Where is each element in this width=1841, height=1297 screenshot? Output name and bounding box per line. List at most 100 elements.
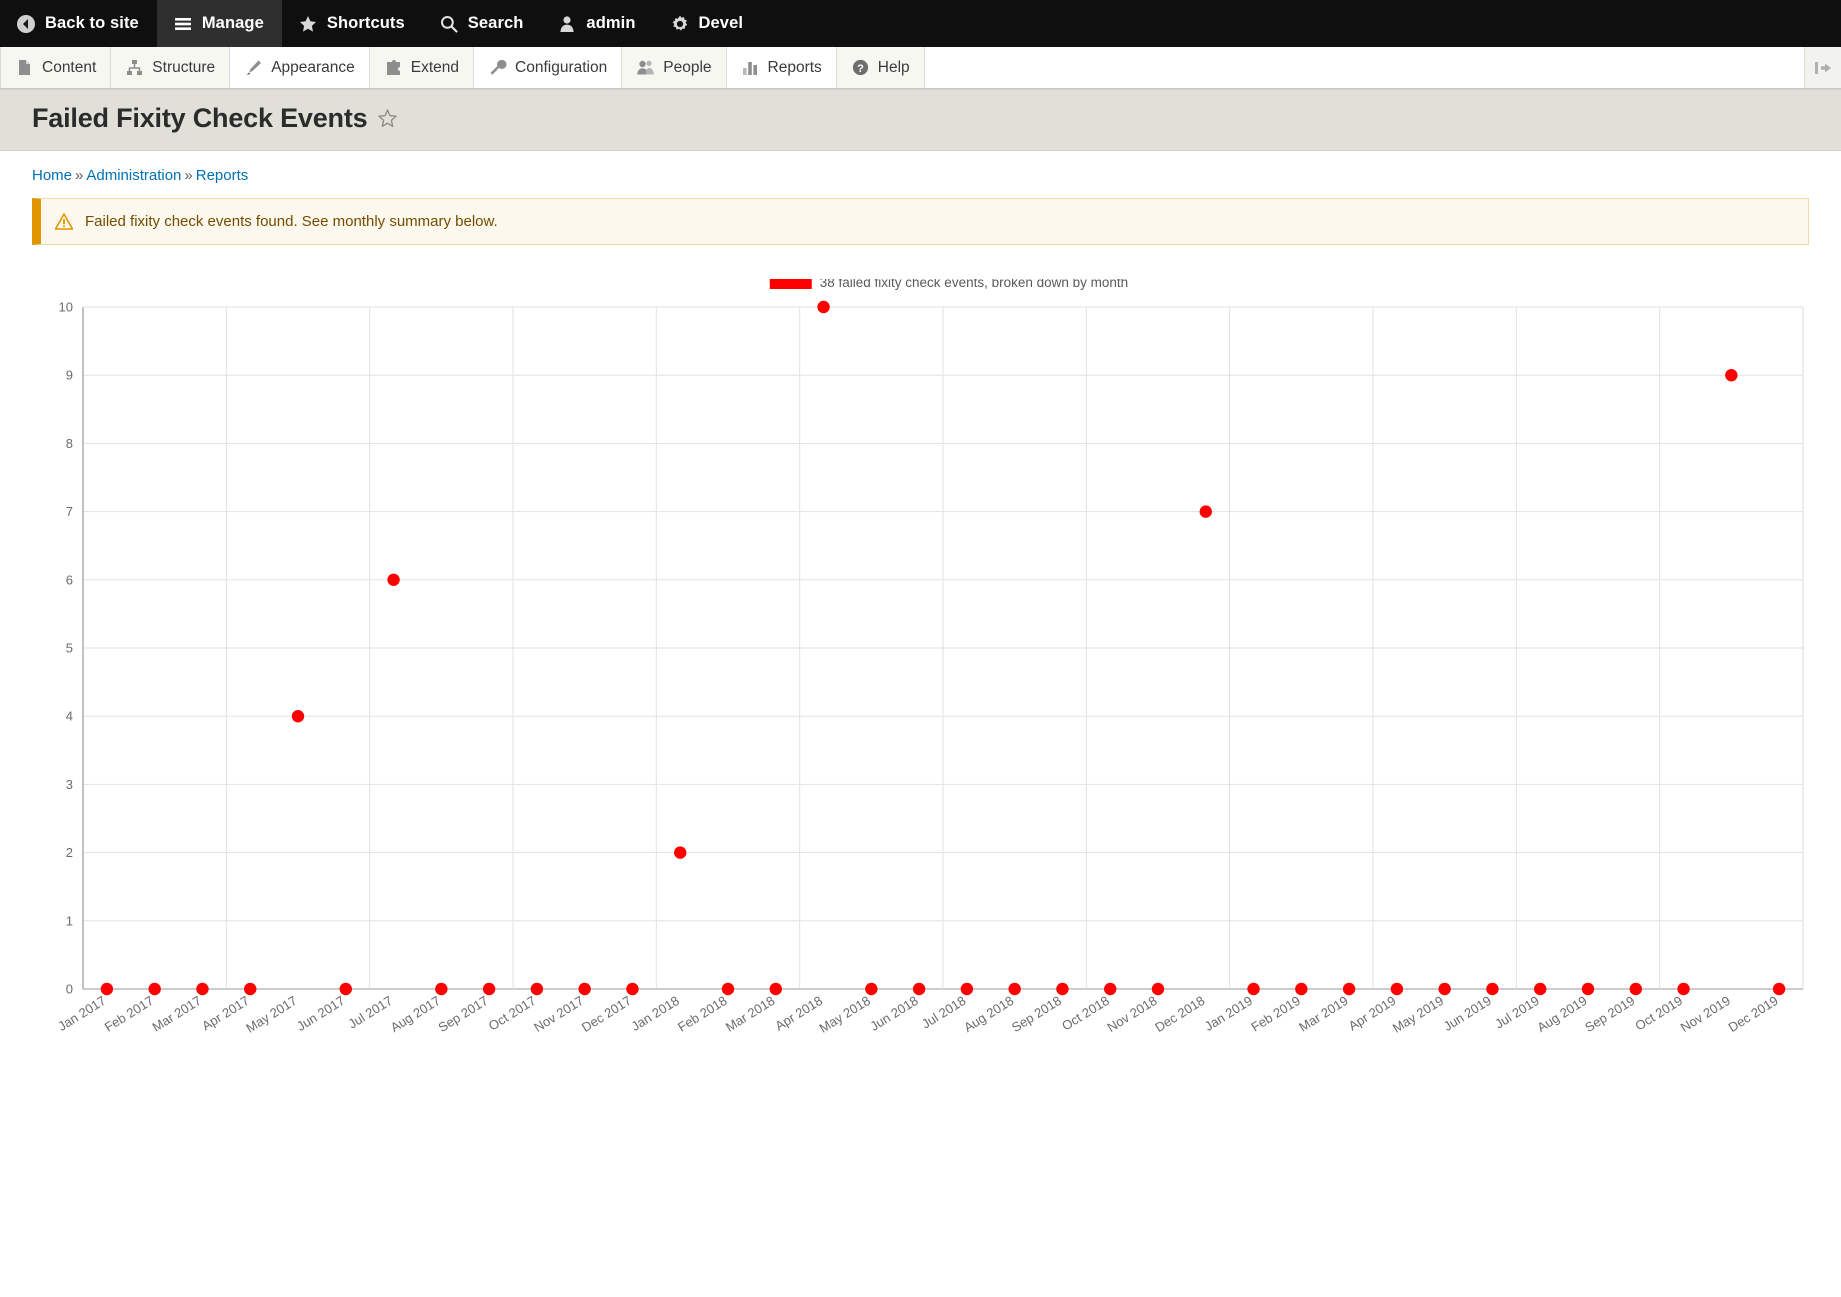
data-point[interactable]	[1438, 982, 1451, 996]
fixity-events-chart[interactable]: 0 1 2 3 4 5 6 7 8 9 10 Jan 2017 Feb 2017 Mar 2017 Apr …	[28, 279, 1813, 1239]
data-point[interactable]	[1056, 982, 1069, 996]
data-point[interactable]	[626, 982, 639, 996]
breadcrumb-link-reports[interactable]: Reports	[196, 167, 249, 184]
data-point[interactable]	[1247, 982, 1260, 996]
svg-text:0: 0	[66, 982, 73, 997]
data-point[interactable]	[865, 982, 878, 996]
breadcrumb-link-home[interactable]: Home	[32, 167, 72, 184]
x-axis-tick-label: Feb 2019	[1248, 993, 1303, 1035]
x-axis-tick-label: Jan 2017	[55, 993, 108, 1034]
data-point[interactable]	[1342, 982, 1356, 996]
scatter-chart-svg[interactable]: 012345678910Jan 2017Feb 2017Mar 2017Apr …	[28, 279, 1813, 1239]
data-point[interactable]	[1581, 982, 1595, 996]
toolbar-tab-manage[interactable]: Manage	[156, 0, 282, 47]
svg-text:10: 10	[59, 300, 73, 315]
toolbar-tab-label: Search	[467, 14, 524, 32]
data-point[interactable]	[1677, 982, 1690, 996]
x-axis-tick-label: May 2018	[817, 993, 873, 1036]
menu-item-reports[interactable]: Reports	[726, 47, 837, 88]
x-axis-tick-label: Feb 2017	[102, 993, 157, 1035]
warning-message-text: Failed fixity check events found. See mo…	[85, 213, 498, 230]
toolbar-tab-devel[interactable]: Devel	[654, 0, 762, 47]
data-point[interactable]	[339, 982, 352, 996]
x-axis-tick-label: Jan 2018	[628, 993, 681, 1034]
admin-toolbar-bar: Back to site Manage Shortcuts Search adm…	[0, 0, 1841, 47]
x-axis-tick-label: Nov 2017	[531, 993, 586, 1035]
page-title-text: Failed Fixity Check Events	[32, 103, 368, 133]
data-point[interactable]	[1629, 982, 1642, 996]
x-axis-tick-label: Oct 2017	[486, 993, 539, 1034]
x-axis-tick-label: Jul 2019	[1492, 993, 1542, 1032]
data-point[interactable]	[291, 710, 305, 723]
page-header: Failed Fixity Check Events	[0, 89, 1841, 151]
data-point[interactable]	[482, 982, 496, 996]
admin-menu-spacer	[924, 47, 1805, 88]
collapse-sidebar-icon[interactable]	[1805, 47, 1841, 88]
data-point[interactable]	[1486, 982, 1499, 996]
people-icon	[636, 58, 655, 77]
menu-item-configuration[interactable]: Configuration	[474, 47, 623, 88]
data-point[interactable]	[1151, 982, 1165, 996]
data-point[interactable]	[960, 982, 974, 996]
svg-text:?: ?	[857, 63, 864, 75]
toolbar-tab-search[interactable]: Search	[423, 0, 542, 47]
menu-item-extend[interactable]: Extend	[369, 47, 475, 88]
data-point[interactable]	[100, 982, 114, 996]
search-icon	[439, 14, 459, 34]
x-axis-tick-label: Nov 2018	[1104, 993, 1159, 1035]
data-point[interactable]	[387, 573, 400, 586]
data-point[interactable]	[196, 982, 209, 996]
data-point[interactable]	[1725, 369, 1738, 382]
x-axis-tick-label: Apr 2018	[772, 993, 825, 1034]
menu-item-content[interactable]: Content	[0, 47, 112, 88]
toolbar-tab-back-to-site[interactable]: Back to site	[0, 0, 157, 47]
breadcrumb-separator: »	[184, 167, 193, 184]
data-point[interactable]	[769, 982, 782, 996]
x-axis-tick-label: Mar 2018	[723, 993, 778, 1035]
menu-item-label: Structure	[152, 58, 216, 76]
data-point[interactable]	[435, 982, 448, 996]
data-point[interactable]	[1295, 982, 1308, 996]
data-point[interactable]	[578, 982, 591, 996]
structure-icon	[125, 58, 144, 77]
messages-region: Failed fixity check events found. See mo…	[0, 190, 1841, 245]
question-circle-icon: ?	[851, 58, 870, 77]
svg-text:2: 2	[66, 845, 73, 860]
x-axis-tick-label: Aug 2017	[388, 993, 443, 1035]
menu-item-structure[interactable]: Structure	[111, 47, 231, 88]
toolbar-tab-admin-account[interactable]: admin	[541, 0, 653, 47]
menu-item-label: Help	[877, 58, 910, 76]
menu-item-label: People	[663, 58, 712, 76]
menu-item-people[interactable]: People	[622, 47, 727, 88]
svg-text:3: 3	[66, 777, 73, 792]
data-point[interactable]	[1199, 505, 1212, 518]
toolbar-tab-label: Back to site	[45, 14, 139, 32]
data-point[interactable]	[530, 982, 544, 996]
data-point[interactable]	[912, 982, 926, 996]
toolbar-tab-label: admin	[586, 14, 636, 32]
data-point[interactable]	[1104, 982, 1117, 996]
data-point[interactable]	[817, 300, 830, 314]
data-point[interactable]	[1390, 982, 1404, 996]
x-axis-tick-label: Dec 2017	[579, 993, 634, 1035]
breadcrumb-link-administration[interactable]: Administration	[86, 167, 181, 184]
star-outline-icon[interactable]	[377, 108, 398, 129]
data-point[interactable]	[1534, 982, 1547, 996]
menu-item-help[interactable]: ? Help	[836, 47, 925, 88]
data-point[interactable]	[1008, 982, 1021, 996]
x-axis-tick-label: Dec 2018	[1152, 993, 1207, 1035]
x-axis-tick-label: Oct 2018	[1059, 993, 1112, 1034]
x-axis-tick-label: Jun 2018	[867, 993, 920, 1034]
data-point[interactable]	[244, 982, 257, 996]
toolbar-tab-label: Shortcuts	[326, 14, 405, 32]
menu-item-appearance[interactable]: Appearance	[230, 47, 370, 88]
data-point[interactable]	[148, 982, 161, 996]
menu-item-label: Content	[42, 58, 97, 76]
toolbar-tab-shortcuts[interactable]: Shortcuts	[282, 0, 423, 47]
data-point[interactable]	[1772, 982, 1786, 996]
back-arrow-circle-icon	[16, 14, 36, 34]
chart-block: 0 1 2 3 4 5 6 7 8 9 10 Jan 2017 Feb 2017 Mar 2017 Apr …	[0, 245, 1841, 1239]
data-point[interactable]	[674, 846, 687, 859]
data-point[interactable]	[721, 982, 735, 996]
admin-menu-tray: Content Structure Appearance Extend Conf…	[0, 47, 1841, 89]
